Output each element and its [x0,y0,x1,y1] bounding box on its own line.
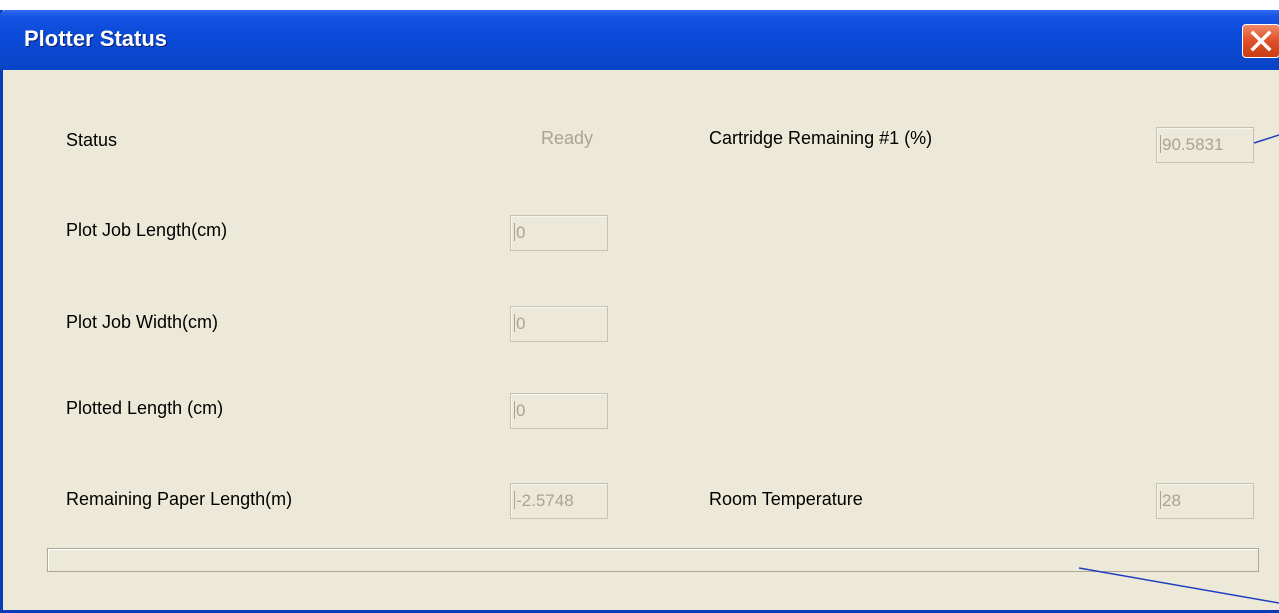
close-icon [1250,30,1272,52]
plot-job-length-label: Plot Job Length(cm) [66,220,228,240]
plotted-length-value: 0 [516,401,526,420]
plot-job-length-field[interactable]: 0 [510,215,608,251]
cartridge-remaining-field[interactable]: 90.5831 [1156,127,1254,163]
title-bar[interactable]: Plotter Status [0,10,1279,70]
plot-job-width-value: 0 [516,314,526,333]
close-button[interactable] [1242,24,1279,58]
plot-job-width-field[interactable]: 0 [510,306,608,342]
remaining-paper-length-value: -2.5748 [516,491,574,510]
window-title: Plotter Status [24,26,168,51]
plot-job-length-value: 0 [516,223,526,242]
room-temperature-label: Room Temperature [709,489,863,509]
room-temperature-value: 28 [1162,491,1181,510]
plot-job-width-label: Plot Job Width(cm) [66,312,219,332]
remaining-paper-length-label: Remaining Paper Length(m) [66,489,293,509]
cartridge-remaining-label: Cartridge Remaining #1 (%) [709,128,933,148]
cartridge-remaining-value: 90.5831 [1162,135,1224,154]
room-temperature-field[interactable]: 28 [1156,483,1254,519]
remaining-paper-length-field[interactable]: -2.5748 [510,483,608,519]
plotted-length-field[interactable]: 0 [510,393,608,429]
plotted-length-label: Plotted Length (cm) [66,398,224,418]
status-value: Ready [541,128,594,148]
progress-bar [47,548,1259,572]
status-label: Status [66,130,118,150]
